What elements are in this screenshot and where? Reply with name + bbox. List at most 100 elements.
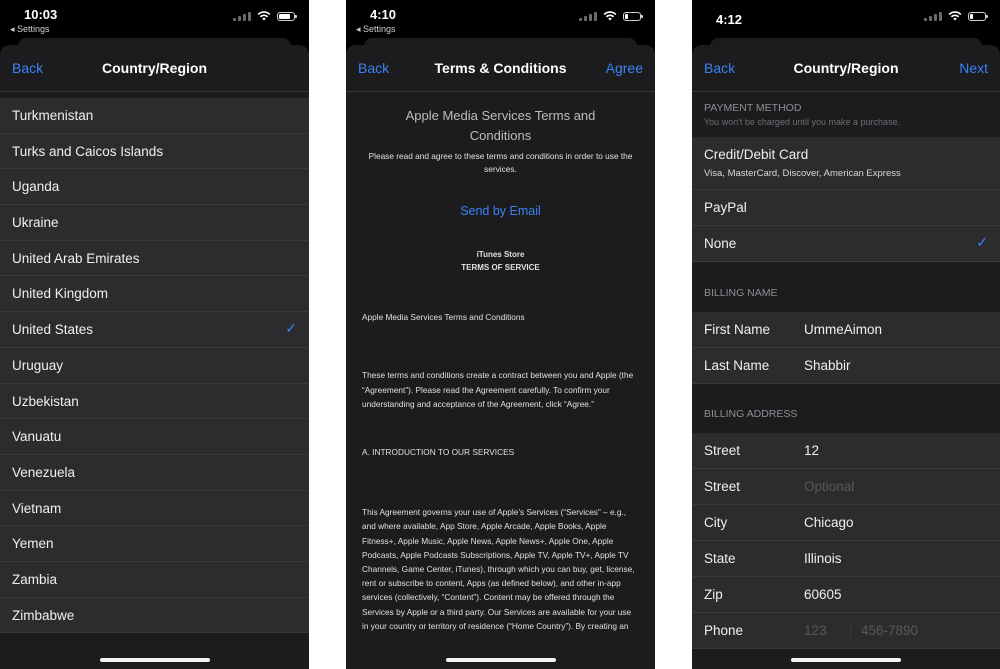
field-label: First Name [704,322,771,337]
store-name: iTunes Store [476,250,525,260]
field-value: Chicago [804,515,854,530]
status-bar: 4:10 ◂ Settings [346,0,655,38]
country-label: Yemen [12,536,54,552]
battery-icon [968,11,988,21]
payment-option-card[interactable]: Credit/Debit Card Visa, MasterCard, Disc… [692,137,1000,190]
option-label: PayPal [704,200,747,215]
status-time: 4:12 [716,12,743,27]
payment-sheet: Back Country/Region Next PAYMENT METHOD … [692,45,1000,669]
nav-bar: Back Country/Region Next [692,45,1000,92]
back-to-settings-link[interactable]: ◂ Settings [356,24,396,35]
send-by-email-link[interactable]: Send by Email [362,204,639,218]
option-label: None [704,236,737,251]
page-title: Country/Region [793,60,899,76]
country-label: Vietnam [12,500,62,516]
terms-sheet: Back Terms & Conditions Agree Apple Medi… [346,45,655,669]
terms-paragraph: Apple Media Services Terms and Condition… [362,312,525,323]
country-label: United States [12,322,94,338]
payment-method-header: PAYMENT METHOD You won't be charged unti… [692,92,1000,137]
country-label: Uganda [12,179,60,195]
country-label: Turks and Caicos Islands [12,143,164,159]
agree-button[interactable]: Agree [606,60,643,76]
field-value: 60605 [804,587,842,602]
state-field[interactable]: State Illinois [692,541,1000,577]
payment-option-paypal[interactable]: PayPal [692,190,1000,226]
country-label: Zambia [12,571,58,587]
field-label: City [704,515,728,530]
nav-bar: Back Terms & Conditions Agree [346,45,655,92]
option-label: Credit/Debit Card [704,147,809,162]
terms-of-service-heading: TERMS OF SERVICE [461,263,540,273]
wifi-icon [257,11,271,21]
terms-paragraph: This Agreement governs your use of Apple… [362,507,635,631]
street2-field[interactable]: Street Optional [692,469,1000,505]
country-row[interactable]: United Arab Emirates [0,241,309,277]
status-time: 10:03 [24,7,58,22]
country-label: Uzbekistan [12,393,79,409]
field-value: UmmeAimon [804,322,883,337]
country-label: Uruguay [12,357,64,373]
page-title: Country/Region [102,60,207,76]
field-value: Illinois [804,551,842,566]
country-row[interactable]: Turks and Caicos Islands [0,134,309,170]
field-label: State [704,551,736,566]
country-row[interactable]: United Kingdom [0,276,309,313]
phone-field[interactable]: Phone 123 456-7890 [692,613,1000,649]
phone-number-placeholder[interactable]: 456-7890 [850,623,918,638]
field-label: Street [704,443,741,458]
nav-bar: Back Country/Region [0,45,309,92]
section-title: PAYMENT METHOD [704,102,802,114]
next-button[interactable]: Next [959,60,988,76]
terms-intro: Please read and agree to these terms and… [368,151,633,174]
country-list: Turkmenistan Turks and Caicos Islands Ugan… [0,98,309,634]
country-row[interactable]: Uganda [0,169,309,206]
country-label: Venezuela [12,464,76,480]
cellular-signal-icon [579,11,597,21]
country-row[interactable]: Turkmenistan [0,98,309,134]
wifi-icon [948,11,962,21]
section-heading: A. INTRODUCTION TO OUR SERVICES [362,447,515,458]
country-row[interactable]: United States ✓ [0,312,309,348]
street-field[interactable]: Street 12 [692,433,1000,469]
cellular-signal-icon [924,11,942,21]
country-row[interactable]: Uzbekistan [0,384,309,420]
terms-heading: Apple Media Services Terms and Condition… [405,108,596,143]
country-label: United Arab Emirates [12,250,140,266]
home-indicator [445,658,556,662]
home-indicator [791,658,901,662]
last-name-field[interactable]: Last Name Shabbir [692,348,1000,384]
wifi-icon [603,11,617,21]
terms-paragraph: These terms and conditions create a cont… [362,370,634,409]
field-label: Zip [704,587,723,602]
country-row[interactable]: Vanuatu [0,419,309,455]
option-subtitle: Visa, MasterCard, Discover, American Exp… [704,168,901,179]
billing-address-header: BILLING ADDRESS [692,384,1000,433]
zip-field[interactable]: Zip 60605 [692,577,1000,613]
section-subtitle: You won't be charged until you make a pu… [704,117,901,127]
battery-icon [277,11,297,21]
area-code-placeholder[interactable]: 123 [804,623,827,638]
country-row[interactable]: Vietnam [0,491,309,527]
payment-option-none[interactable]: None ✓ [692,226,1000,262]
phone-screen-country-list: 10:03 ◂ Settings Back Country/Region Tur… [0,0,309,669]
terms-content[interactable]: Apple Media Services Terms and Condition… [346,106,655,633]
city-field[interactable]: City Chicago [692,505,1000,541]
home-indicator [99,658,210,662]
field-placeholder: Optional [804,479,855,494]
country-label: Turkmenistan [12,108,94,123]
country-label: Ukraine [12,215,59,231]
country-row[interactable]: Zambia [0,562,309,598]
first-name-field[interactable]: First Name UmmeAimon [692,312,1000,348]
country-row[interactable]: Venezuela [0,455,309,491]
back-to-settings-link[interactable]: ◂ Settings [10,24,50,35]
cellular-signal-icon [233,11,251,21]
country-row[interactable]: Yemen [0,526,309,562]
country-row[interactable]: Zimbabwe [0,598,309,634]
country-label: Zimbabwe [12,607,75,623]
country-row[interactable]: Ukraine [0,205,309,241]
country-label: United Kingdom [12,286,109,302]
country-row[interactable]: Uruguay [0,348,309,384]
status-bar: 10:03 ◂ Settings [0,0,309,38]
battery-icon [623,11,643,21]
checkmark-icon: ✓ [285,320,297,337]
